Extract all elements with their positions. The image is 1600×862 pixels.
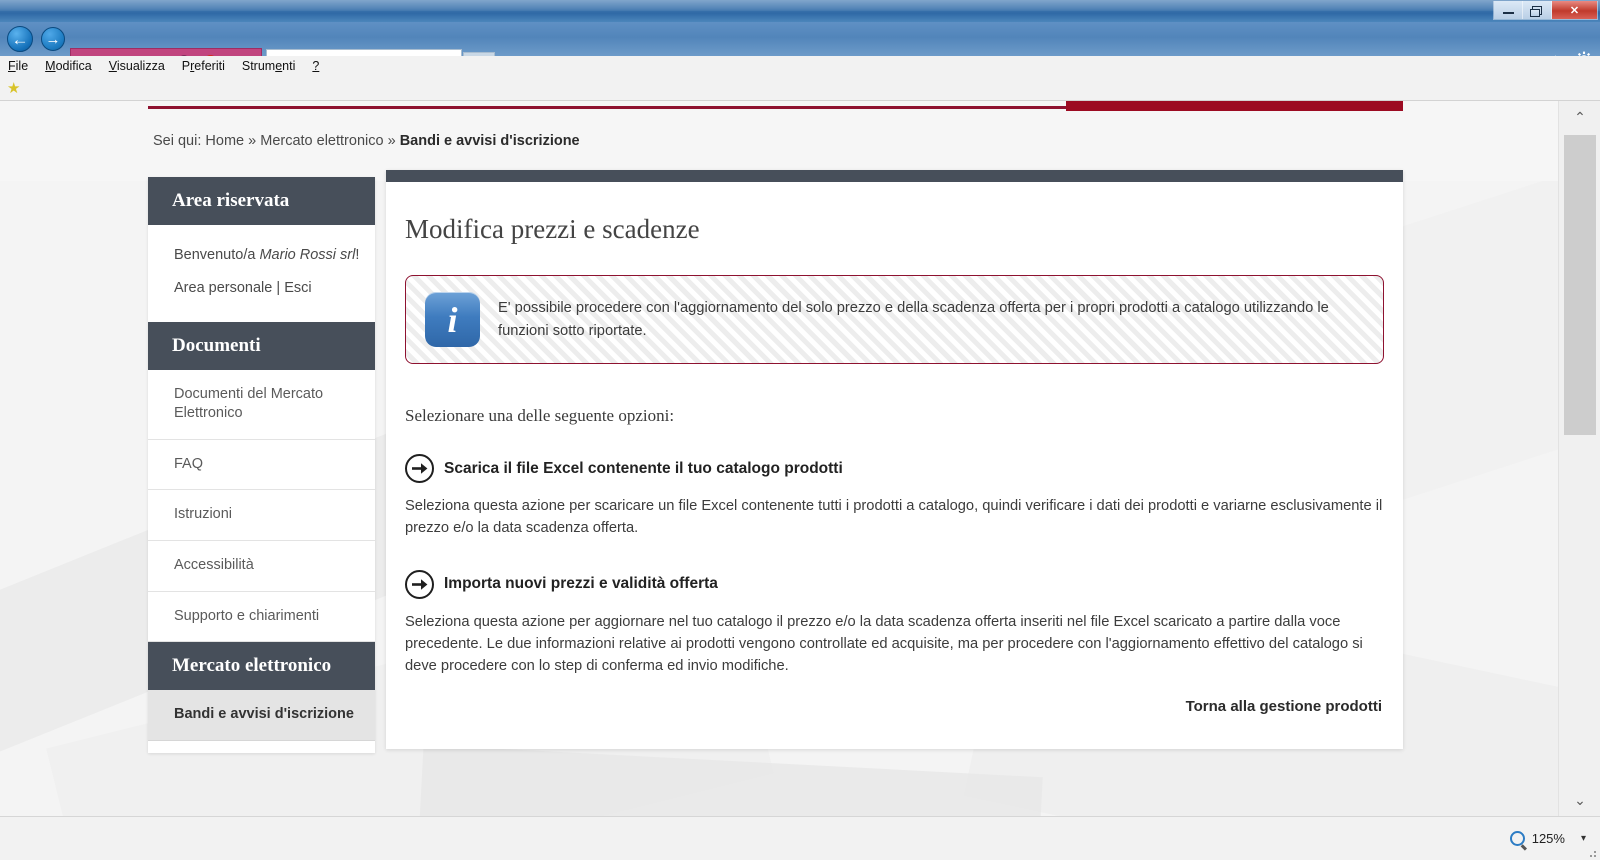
welcome-line: Benvenuto/a Mario Rossi srl! xyxy=(155,239,375,272)
link-separator: | xyxy=(276,280,281,297)
sidebar-item-bandi-e-avvisi-iscrizione[interactable]: Bandi e avvisi d'iscrizione xyxy=(148,690,375,741)
info-box: i E' possibile procedere con l'aggiornam… xyxy=(405,275,1384,364)
breadcrumb-item-home[interactable]: Home xyxy=(205,133,244,149)
forward-button[interactable]: → xyxy=(41,27,65,51)
header-rule xyxy=(148,106,1066,109)
account-links: Area personale | Esci xyxy=(155,272,375,305)
restore-button[interactable] xyxy=(1523,1,1552,19)
minimize-icon xyxy=(1502,12,1514,14)
breadcrumb-item-mercato-elettronico[interactable]: Mercato elettronico xyxy=(260,133,383,149)
sidebar-item-documenti-mercato-elettronico[interactable]: Documenti del Mercato Elettronico xyxy=(148,370,375,440)
sidebar-item-faq[interactable]: FAQ xyxy=(148,440,375,491)
breadcrumb-separator: » xyxy=(387,133,396,149)
menu-item-preferiti[interactable]: Preferiti xyxy=(182,59,225,73)
page-viewport: Sei qui: Home » Mercato elettronico » Ba… xyxy=(0,101,1558,816)
select-prompt: Selezionare una delle seguente opzioni: xyxy=(405,406,675,425)
restore-icon xyxy=(1530,5,1542,17)
scrollbar-thumb[interactable] xyxy=(1564,135,1596,435)
favorites-star-icon[interactable]: ★ xyxy=(7,79,20,97)
action-import-prices-description: Seleziona questa azione per aggiornare n… xyxy=(405,613,1363,675)
zoom-level-label: 125% xyxy=(1531,831,1565,846)
action-import-prices-label: Importa nuovi prezzi e validità offerta xyxy=(444,575,718,593)
menu-item-visualizza[interactable]: Visualizza xyxy=(109,59,165,73)
menu-item-strumenti[interactable]: Strumenti xyxy=(242,59,296,73)
titlebar-gloss xyxy=(0,0,1600,11)
main-content-card: Modifica prezzi e scadenze i E' possibil… xyxy=(386,170,1403,749)
browser-navigation-bar: ← → https://uni... ▾ ✕ Err... ↻ xyxy=(0,22,1600,76)
back-button[interactable]: ← xyxy=(7,26,33,52)
sidebar-item-accessibilita[interactable]: Accessibilità xyxy=(148,541,375,592)
back-to-product-management-link[interactable]: Torna alla gestione prodotti xyxy=(405,692,1384,719)
sidebar: Area riservata Benvenuto/a Mario Rossi s… xyxy=(148,177,375,753)
sidebar-item-supporto-e-chiarimenti[interactable]: Supporto e chiarimenti xyxy=(148,592,375,643)
card-body: Modifica prezzi e scadenze i E' possibil… xyxy=(386,182,1403,749)
favorites-bar: ★ xyxy=(0,76,1600,101)
breadcrumb-separator: » xyxy=(248,133,257,149)
minimize-button[interactable] xyxy=(1494,1,1523,19)
welcome-suffix: ! xyxy=(355,247,360,263)
link-area-personale[interactable]: Area personale xyxy=(174,280,272,296)
close-button[interactable]: ✕ xyxy=(1552,1,1597,19)
menu-bar: FFileile Modifica Visualizza Preferiti S… xyxy=(0,56,1600,76)
window-title-bar: ✕ xyxy=(0,0,1600,22)
info-box-text: E' possibile procedere con l'aggiornamen… xyxy=(498,300,1329,339)
menu-item-modifica[interactable]: Modifica xyxy=(45,59,92,73)
sidebar-user-block: Benvenuto/a Mario Rossi srl! Area person… xyxy=(148,225,375,322)
sidebar-heading-mercato-elettronico: Mercato elettronico xyxy=(148,642,375,691)
zoom-chevron-down-icon[interactable]: ▾ xyxy=(1581,833,1586,844)
breadcrumb: Sei qui: Home » Mercato elettronico » Ba… xyxy=(153,133,580,149)
welcome-prefix: Benvenuto/a xyxy=(174,247,256,263)
action-download-excel[interactable]: Scarica il file Excel contenente il tuo … xyxy=(405,454,1384,483)
zoom-magnifier-icon[interactable] xyxy=(1509,831,1525,846)
arrow-right-circle-icon xyxy=(405,569,434,599)
scroll-down-icon[interactable]: ⌄ xyxy=(1559,784,1600,816)
arrow-right-circle-icon xyxy=(405,454,434,483)
action-download-excel-description: Seleziona questa azione per scaricare un… xyxy=(405,498,1383,537)
sidebar-heading-area-riservata: Area riservata xyxy=(148,177,375,225)
link-esci[interactable]: Esci xyxy=(284,280,311,296)
menu-item-file[interactable]: FFileile xyxy=(8,59,28,73)
sidebar-heading-documenti: Documenti xyxy=(148,321,375,370)
window-resize-grip[interactable] xyxy=(1584,845,1598,859)
menu-item-help[interactable]: ? xyxy=(312,59,319,73)
window-controls: ✕ xyxy=(1493,1,1598,20)
action-import-prices[interactable]: Importa nuovi prezzi e validità offerta xyxy=(405,569,1384,599)
card-top-accent xyxy=(386,170,1403,182)
user-name: Mario Rossi srl xyxy=(259,247,356,263)
header-accent-bar xyxy=(1066,101,1403,111)
page-scrollbar[interactable]: ⌃ ⌄ xyxy=(1558,101,1600,816)
breadcrumb-current: Bandi e avvisi d'iscrizione xyxy=(399,133,580,149)
page-title: Modifica prezzi e scadenze xyxy=(405,214,700,244)
scroll-up-icon[interactable]: ⌃ xyxy=(1559,101,1600,133)
action-download-excel-label: Scarica il file Excel contenente il tuo … xyxy=(444,459,843,477)
info-icon: i xyxy=(425,292,480,347)
sidebar-item-istruzioni[interactable]: Istruzioni xyxy=(148,490,375,541)
breadcrumb-prefix: Sei qui: xyxy=(153,133,202,149)
sidebar-footer-spacer xyxy=(148,740,375,753)
status-bar: 125% ▾ xyxy=(0,816,1600,860)
